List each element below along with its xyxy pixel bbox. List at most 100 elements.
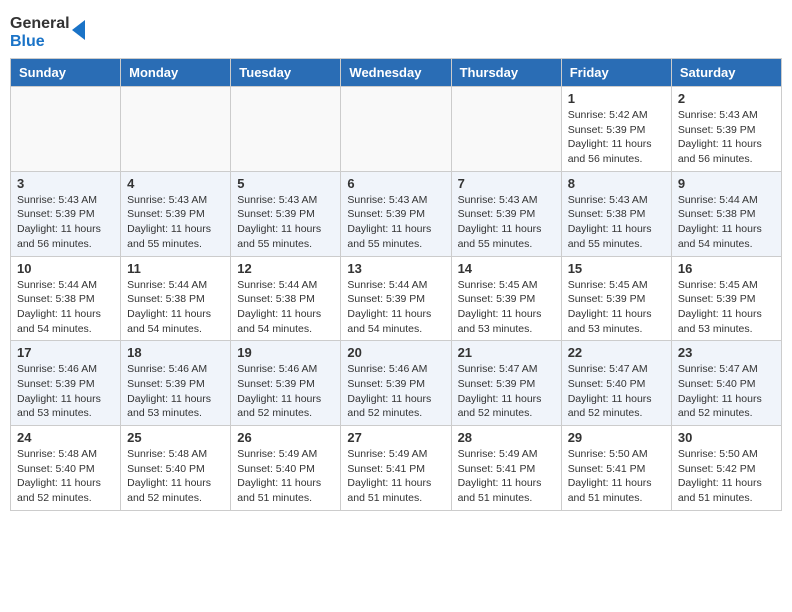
- day-number: 12: [237, 261, 334, 276]
- calendar-cell: 11 Sunrise: 5:44 AM Sunset: 5:38 PM Dayli…: [121, 256, 231, 341]
- day-info: Sunrise: 5:44 AM Sunset: 5:38 PM Dayligh…: [127, 278, 224, 337]
- calendar-cell: 4 Sunrise: 5:43 AM Sunset: 5:39 PM Daylig…: [121, 171, 231, 256]
- day-info: Sunrise: 5:47 AM Sunset: 5:40 PM Dayligh…: [678, 362, 775, 421]
- day-info: Sunrise: 5:46 AM Sunset: 5:39 PM Dayligh…: [237, 362, 334, 421]
- day-info: Sunrise: 5:47 AM Sunset: 5:39 PM Dayligh…: [458, 362, 555, 421]
- day-info: Sunrise: 5:46 AM Sunset: 5:39 PM Dayligh…: [127, 362, 224, 421]
- calendar-cell: 15 Sunrise: 5:45 AM Sunset: 5:39 PM Dayli…: [561, 256, 671, 341]
- day-number: 28: [458, 430, 555, 445]
- weekday-header: Saturday: [671, 59, 781, 87]
- calendar-cell: 22 Sunrise: 5:47 AM Sunset: 5:40 PM Dayli…: [561, 341, 671, 426]
- day-number: 21: [458, 345, 555, 360]
- day-number: 9: [678, 176, 775, 191]
- calendar-cell: 24Sunrise: 5:48 AM Sunset: 5:40 PM Dayli…: [11, 426, 121, 511]
- day-number: 14: [458, 261, 555, 276]
- day-number: 25: [127, 430, 224, 445]
- calendar-week-row: 1 Sunrise: 5:42 AM Sunset: 5:39 PM Daylig…: [11, 87, 782, 172]
- logo: GeneralBlue: [10, 10, 90, 50]
- day-number: 5: [237, 176, 334, 191]
- calendar-cell: 18 Sunrise: 5:46 AM Sunset: 5:39 PM Dayli…: [121, 341, 231, 426]
- day-number: 8: [568, 176, 665, 191]
- weekday-header: Wednesday: [341, 59, 451, 87]
- day-info: Sunrise: 5:44 AM Sunset: 5:39 PM Dayligh…: [347, 278, 444, 337]
- day-info: Sunrise: 5:43 AM Sunset: 5:38 PM Dayligh…: [568, 193, 665, 252]
- calendar-cell: 29 Sunrise: 5:50 AM Sunset: 5:41 PM Dayli…: [561, 426, 671, 511]
- day-number: 4: [127, 176, 224, 191]
- day-info: Sunrise: 5:43 AM Sunset: 5:39 PM Dayligh…: [678, 108, 775, 167]
- day-number: 27: [347, 430, 444, 445]
- calendar-cell: [231, 87, 341, 172]
- page-header: GeneralBlue: [10, 10, 782, 50]
- svg-text:Blue: Blue: [10, 33, 45, 50]
- day-number: 30: [678, 430, 775, 445]
- calendar-cell: 9 Sunrise: 5:44 AM Sunset: 5:38 PM Daylig…: [671, 171, 781, 256]
- day-info: Sunrise: 5:43 AM Sunset: 5:39 PM Dayligh…: [347, 193, 444, 252]
- day-number: 15: [568, 261, 665, 276]
- calendar-cell: 25 Sunrise: 5:48 AM Sunset: 5:40 PM Dayli…: [121, 426, 231, 511]
- day-info: Sunrise: 5:48 AM Sunset: 5:40 PM Dayligh…: [127, 447, 224, 506]
- calendar-cell: 27 Sunrise: 5:49 AM Sunset: 5:41 PM Dayli…: [341, 426, 451, 511]
- day-number: 3: [17, 176, 114, 191]
- logo-svg: GeneralBlue: [10, 10, 90, 50]
- day-info: Sunrise: 5:44 AM Sunset: 5:38 PM Dayligh…: [678, 193, 775, 252]
- weekday-header: Friday: [561, 59, 671, 87]
- weekday-header: Sunday: [11, 59, 121, 87]
- day-info: Sunrise: 5:43 AM Sunset: 5:39 PM Dayligh…: [127, 193, 224, 252]
- day-info: Sunrise: 5:47 AM Sunset: 5:40 PM Dayligh…: [568, 362, 665, 421]
- day-number: 7: [458, 176, 555, 191]
- calendar-week-row: 10Sunrise: 5:44 AM Sunset: 5:38 PM Dayli…: [11, 256, 782, 341]
- day-info: Sunrise: 5:43 AM Sunset: 5:39 PM Dayligh…: [237, 193, 334, 252]
- weekday-header: Tuesday: [231, 59, 341, 87]
- day-number: 26: [237, 430, 334, 445]
- calendar-cell: 10Sunrise: 5:44 AM Sunset: 5:38 PM Dayli…: [11, 256, 121, 341]
- day-info: Sunrise: 5:45 AM Sunset: 5:39 PM Dayligh…: [458, 278, 555, 337]
- calendar-cell: 30 Sunrise: 5:50 AM Sunset: 5:42 PM Dayli…: [671, 426, 781, 511]
- day-info: Sunrise: 5:43 AM Sunset: 5:39 PM Dayligh…: [17, 193, 114, 252]
- calendar-cell: [121, 87, 231, 172]
- calendar-cell: 23 Sunrise: 5:47 AM Sunset: 5:40 PM Dayli…: [671, 341, 781, 426]
- calendar-table: SundayMondayTuesdayWednesdayThursdayFrid…: [10, 58, 782, 511]
- day-info: Sunrise: 5:49 AM Sunset: 5:40 PM Dayligh…: [237, 447, 334, 506]
- day-number: 17: [17, 345, 114, 360]
- day-number: 19: [237, 345, 334, 360]
- calendar-week-row: 17 Sunrise: 5:46 AM Sunset: 5:39 PM Dayli…: [11, 341, 782, 426]
- day-info: Sunrise: 5:42 AM Sunset: 5:39 PM Dayligh…: [568, 108, 665, 167]
- calendar-week-row: 24Sunrise: 5:48 AM Sunset: 5:40 PM Dayli…: [11, 426, 782, 511]
- day-info: Sunrise: 5:43 AM Sunset: 5:39 PM Dayligh…: [458, 193, 555, 252]
- day-info: Sunrise: 5:48 AM Sunset: 5:40 PM Dayligh…: [17, 447, 114, 506]
- day-info: Sunrise: 5:49 AM Sunset: 5:41 PM Dayligh…: [347, 447, 444, 506]
- day-info: Sunrise: 5:45 AM Sunset: 5:39 PM Dayligh…: [568, 278, 665, 337]
- day-number: 11: [127, 261, 224, 276]
- weekday-header: Monday: [121, 59, 231, 87]
- calendar-week-row: 3 Sunrise: 5:43 AM Sunset: 5:39 PM Daylig…: [11, 171, 782, 256]
- calendar-cell: 6Sunrise: 5:43 AM Sunset: 5:39 PM Daylig…: [341, 171, 451, 256]
- day-info: Sunrise: 5:45 AM Sunset: 5:39 PM Dayligh…: [678, 278, 775, 337]
- day-number: 18: [127, 345, 224, 360]
- day-info: Sunrise: 5:50 AM Sunset: 5:41 PM Dayligh…: [568, 447, 665, 506]
- day-info: Sunrise: 5:46 AM Sunset: 5:39 PM Dayligh…: [347, 362, 444, 421]
- calendar-cell: 12Sunrise: 5:44 AM Sunset: 5:38 PM Dayli…: [231, 256, 341, 341]
- day-number: 1: [568, 91, 665, 106]
- day-info: Sunrise: 5:44 AM Sunset: 5:38 PM Dayligh…: [17, 278, 114, 337]
- day-number: 13: [347, 261, 444, 276]
- svg-text:General: General: [10, 15, 70, 32]
- weekday-header: Thursday: [451, 59, 561, 87]
- day-number: 22: [568, 345, 665, 360]
- calendar-cell: 14 Sunrise: 5:45 AM Sunset: 5:39 PM Dayli…: [451, 256, 561, 341]
- calendar-cell: 1 Sunrise: 5:42 AM Sunset: 5:39 PM Daylig…: [561, 87, 671, 172]
- calendar-cell: 3 Sunrise: 5:43 AM Sunset: 5:39 PM Daylig…: [11, 171, 121, 256]
- calendar-cell: [341, 87, 451, 172]
- calendar-cell: 13 Sunrise: 5:44 AM Sunset: 5:39 PM Dayli…: [341, 256, 451, 341]
- day-info: Sunrise: 5:50 AM Sunset: 5:42 PM Dayligh…: [678, 447, 775, 506]
- calendar-cell: 21 Sunrise: 5:47 AM Sunset: 5:39 PM Dayli…: [451, 341, 561, 426]
- calendar-cell: 7 Sunrise: 5:43 AM Sunset: 5:39 PM Daylig…: [451, 171, 561, 256]
- day-number: 23: [678, 345, 775, 360]
- calendar-cell: 20 Sunrise: 5:46 AM Sunset: 5:39 PM Dayli…: [341, 341, 451, 426]
- day-number: 20: [347, 345, 444, 360]
- calendar-cell: 16Sunrise: 5:45 AM Sunset: 5:39 PM Dayli…: [671, 256, 781, 341]
- calendar-cell: 17Sunrise: 5:46 AM Sunset: 5:39 PM Dayli…: [11, 341, 121, 426]
- day-number: 2: [678, 91, 775, 106]
- calendar-cell: 8 Sunrise: 5:43 AM Sunset: 5:38 PM Daylig…: [561, 171, 671, 256]
- calendar-cell: 2 Sunrise: 5:43 AM Sunset: 5:39 PM Daylig…: [671, 87, 781, 172]
- day-number: 29: [568, 430, 665, 445]
